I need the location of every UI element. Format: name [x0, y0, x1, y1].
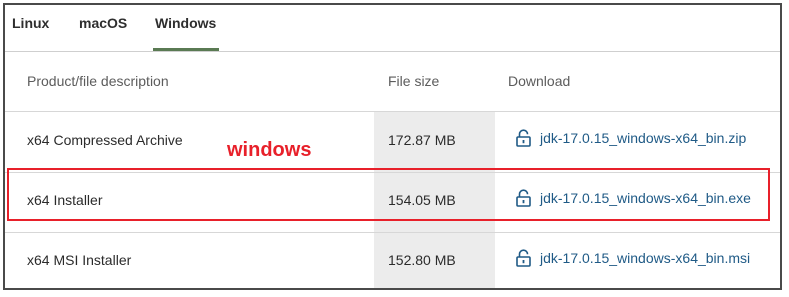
download-panel: Linux macOS Windows Product/file descrip… [3, 3, 782, 290]
tab-macos[interactable]: macOS [79, 15, 127, 31]
lock-icon [516, 129, 531, 147]
header-download: Download [508, 73, 571, 89]
highlight-box [7, 168, 770, 221]
os-tabs: Linux macOS Windows [5, 5, 780, 52]
header-file-size: File size [388, 73, 440, 89]
download-link-zip[interactable]: jdk-17.0.15_windows-x64_bin.zip [515, 129, 746, 147]
download-link-msi[interactable]: jdk-17.0.15_windows-x64_bin.msi [515, 249, 750, 267]
download-filename[interactable]: jdk-17.0.15_windows-x64_bin.zip [540, 130, 746, 146]
table-row: x64 Compressed Archive 172.87 MB jdk-17.… [5, 112, 780, 173]
annotation-label: windows [227, 139, 312, 161]
row-file-size: 172.87 MB [388, 132, 456, 148]
lock-icon [516, 249, 531, 267]
table-header: Product/file description File size Downl… [5, 51, 780, 112]
row-file-size: 152.80 MB [388, 252, 456, 268]
row-description: x64 MSI Installer [27, 252, 132, 268]
row-description: x64 Compressed Archive [27, 132, 183, 148]
tab-windows[interactable]: Windows [155, 15, 216, 31]
download-filename[interactable]: jdk-17.0.15_windows-x64_bin.msi [540, 250, 750, 266]
table-row: x64 MSI Installer 152.80 MB jdk-17.0.15_… [5, 232, 780, 288]
tab-linux[interactable]: Linux [12, 15, 49, 31]
header-description: Product/file description [27, 73, 169, 89]
